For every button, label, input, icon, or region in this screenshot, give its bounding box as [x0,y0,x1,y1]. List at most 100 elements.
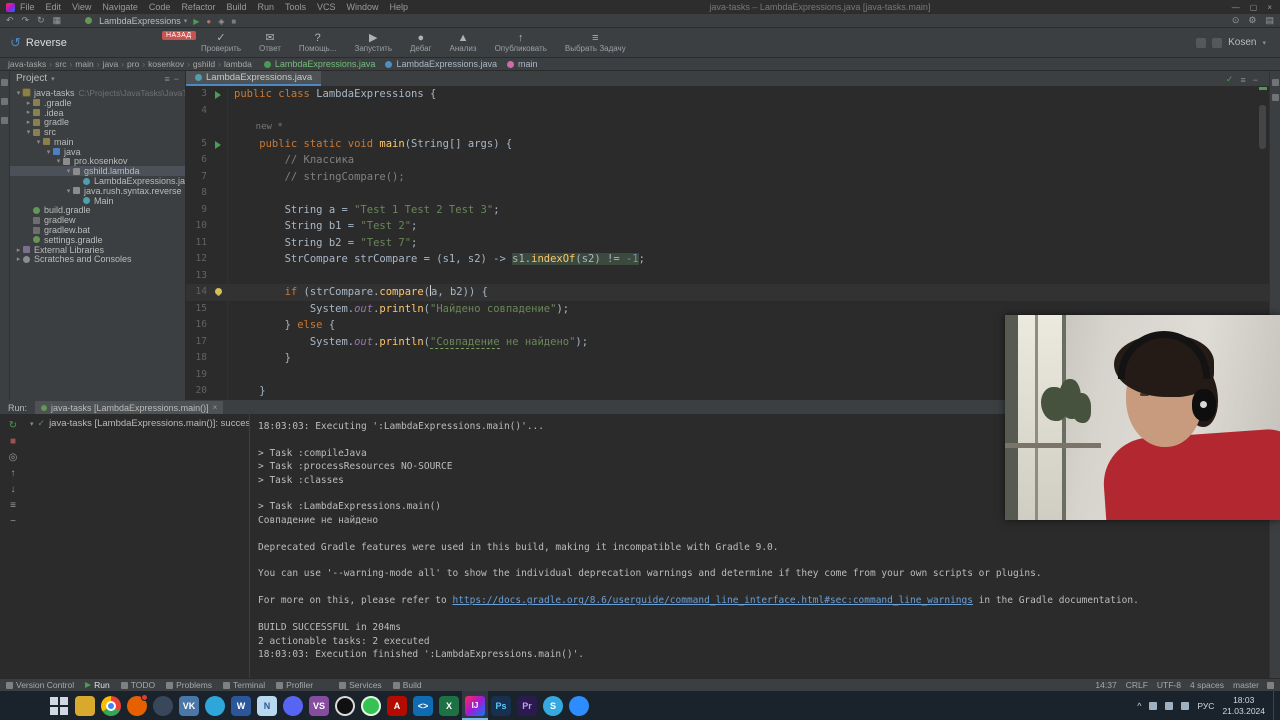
tree-toggle[interactable]: ▸ [14,246,23,254]
code-line-9[interactable]: 9 String a = "Test 1 Test 2 Test 3"; [186,201,1280,218]
statusbar-right-1[interactable]: CRLF [1126,680,1148,690]
code-line-12[interactable]: 12 StrCompare strCompare = (s1, s2) -> s… [186,251,1280,268]
console-link[interactable]: https://docs.gradle.org/8.6/userguide/co… [452,595,972,606]
language-indicator[interactable]: РУС [1197,701,1214,711]
code-line-11[interactable]: 11 String b2 = "Test 7"; [186,234,1280,251]
tree-item-java-rush-syntax-reverse[interactable]: ▾ java.rush.syntax.reverse [10,186,185,196]
statusbar-run[interactable]: Run [85,680,110,690]
tree-item-external-libraries[interactable]: ▸ External Libraries [10,245,185,255]
taskbar-app-zoom[interactable] [566,691,592,720]
toolbar-button-help[interactable]: ? Помощь... [292,31,344,54]
breadcrumb-gshild[interactable]: gshild [191,59,217,69]
forward-icon[interactable]: ↷ [22,15,30,25]
taskbar-app-skype[interactable]: S [540,691,566,720]
toolbar-button-debug[interactable]: ● Дебаг [403,31,439,54]
taskbar-clock[interactable]: 18:03 21.03.2024 [1222,695,1265,716]
maximize-button[interactable]: ▢ [1250,3,1258,12]
tree-item-gshild-lambda[interactable]: ▾ gshild.lambda [10,166,185,177]
structure-stripe-icon[interactable] [1,117,8,124]
commit-stripe-icon[interactable] [1,98,8,105]
breadcrumb-kosenkov[interactable]: kosenkov [146,59,186,69]
taskbar-app-steam[interactable] [150,691,176,720]
tree-item-java-tasks[interactable]: ▾ java-tasksC:\Projects\JavaTasks\JavaTas… [10,88,185,98]
run-toolbar-hide-icon[interactable]: − [10,516,16,527]
tree-item-gradlew[interactable]: gradlew [10,215,185,225]
taskbar-app-file-explorer[interactable] [72,691,98,720]
hide-icon[interactable]: − [1253,75,1258,85]
tree-toggle[interactable]: ▾ [64,187,73,195]
editor-scrollbar[interactable] [1259,105,1266,149]
statusbar-services[interactable]: Services [339,680,382,690]
toolbar-button-choose-task[interactable]: ≡ Выбрать Задачу [558,31,633,54]
notifications-stripe-icon[interactable] [1271,94,1279,101]
menu-run[interactable]: Run [257,2,274,12]
sync-icon[interactable]: ↻ [37,15,45,25]
tree-toggle[interactable]: ▸ [24,108,33,116]
run-toolbar-settings-icon[interactable]: ≡ [10,500,16,511]
layout-icon[interactable]: ▤ [1265,15,1274,26]
toolbar-button-answer[interactable]: ✉ Ответ [252,31,288,54]
code-line-3[interactable]: 3 public class LambdaExpressions { [186,86,1280,103]
search-icon[interactable]: ⊙ [1232,15,1240,26]
taskbar-app-photoshop[interactable]: Ps [488,691,514,720]
taskbar-app-vk[interactable]: VK [176,691,202,720]
menu-window[interactable]: Window [347,2,379,12]
run-toolbar-rerun-icon[interactable]: ↻ [9,420,17,431]
coverage-icon[interactable]: ◈ [218,17,224,26]
tray-expand-icon[interactable]: ^ [1137,701,1141,711]
statusbar-right-0[interactable]: 14:37 [1095,680,1116,690]
taskbar-app-intellij[interactable]: IJ [462,691,488,720]
taskbar-app-visual-studio[interactable]: VS [306,691,332,720]
tray-cloud-icon[interactable] [1149,701,1158,710]
menu-refactor[interactable]: Refactor [181,2,215,12]
statusbar-right-4[interactable]: master [1233,680,1259,690]
show-desktop-button[interactable] [1273,691,1277,720]
menu-build[interactable]: Build [226,2,246,12]
tree-item--gradle[interactable]: ▸ .gradle [10,98,185,108]
tray-network-icon[interactable] [1181,701,1190,710]
intention-bulb-icon[interactable] [215,288,222,295]
tree-toggle[interactable]: ▾ [24,128,33,136]
statusbar-version-control[interactable]: Version Control [6,680,74,690]
tree-toggle[interactable]: ▾ [64,167,73,175]
open-tab-1[interactable]: LambdaExpressions.java [385,59,497,69]
code-line-7[interactable]: 7 // stringCompare(); [186,168,1280,185]
inspections-ok-icon[interactable]: ✓ [1226,74,1234,85]
run-line-icon[interactable] [215,91,221,99]
tree-item-java[interactable]: ▾ java [10,147,185,157]
tree-item--idea[interactable]: ▸ .idea [10,108,185,118]
menu-navigate[interactable]: Navigate [102,2,138,12]
statusbar-right-2[interactable]: UTF-8 [1157,680,1181,690]
notifications-icon[interactable] [1267,681,1274,689]
run-toolbar-stop-icon[interactable]: ■ [10,436,16,447]
open-tab-0[interactable]: LambdaExpressions.java [263,59,375,69]
taskbar-app-word[interactable]: W [228,691,254,720]
project-panel-header[interactable]: Project ▾ ≡ − [10,71,185,86]
toolbar-button-analyze[interactable]: ▲ Анализ [443,31,484,54]
options-icon[interactable]: ≡ [164,74,169,84]
open-tab-2[interactable]: main [507,59,538,69]
taskbar-app-premiere[interactable]: Pr [514,691,540,720]
menu-edit[interactable]: Edit [46,2,62,12]
tree-item-settings-gradle[interactable]: settings.gradle [10,235,185,245]
taskbar-app-firefox[interactable] [124,691,150,720]
back-icon[interactable]: ↶ [6,15,14,25]
run-tab[interactable]: java-tasks [LambdaExpressions.main()] × [35,401,224,414]
taskbar-app-obs[interactable] [332,691,358,720]
tree-toggle[interactable]: ▸ [24,118,33,126]
taskbar-app-acrobat[interactable]: A [384,691,410,720]
breadcrumb-java-tasks[interactable]: java-tasks [6,59,48,69]
tree-toggle[interactable]: ▸ [24,99,33,107]
hide-panel-icon[interactable]: − [174,74,179,84]
code-line-14[interactable]: 14 if (strCompare.compare(a, b2)) { [186,284,1280,301]
breadcrumb-pro[interactable]: pro [125,59,141,69]
tree-toggle[interactable]: ▾ [34,138,43,146]
code-line-4[interactable]: 4 [186,102,1280,119]
tree-item-gradlew-bat[interactable]: gradlew.bat [10,225,185,235]
breadcrumb-src[interactable]: src [53,59,68,69]
tree-item-main[interactable]: ▾ main [10,137,185,147]
statusbar-profiler[interactable]: Profiler [276,680,313,690]
tree-toggle[interactable]: ▾ [54,157,63,165]
minimize-button[interactable]: — [1232,3,1240,12]
code-line-8[interactable]: 8 [186,185,1280,202]
